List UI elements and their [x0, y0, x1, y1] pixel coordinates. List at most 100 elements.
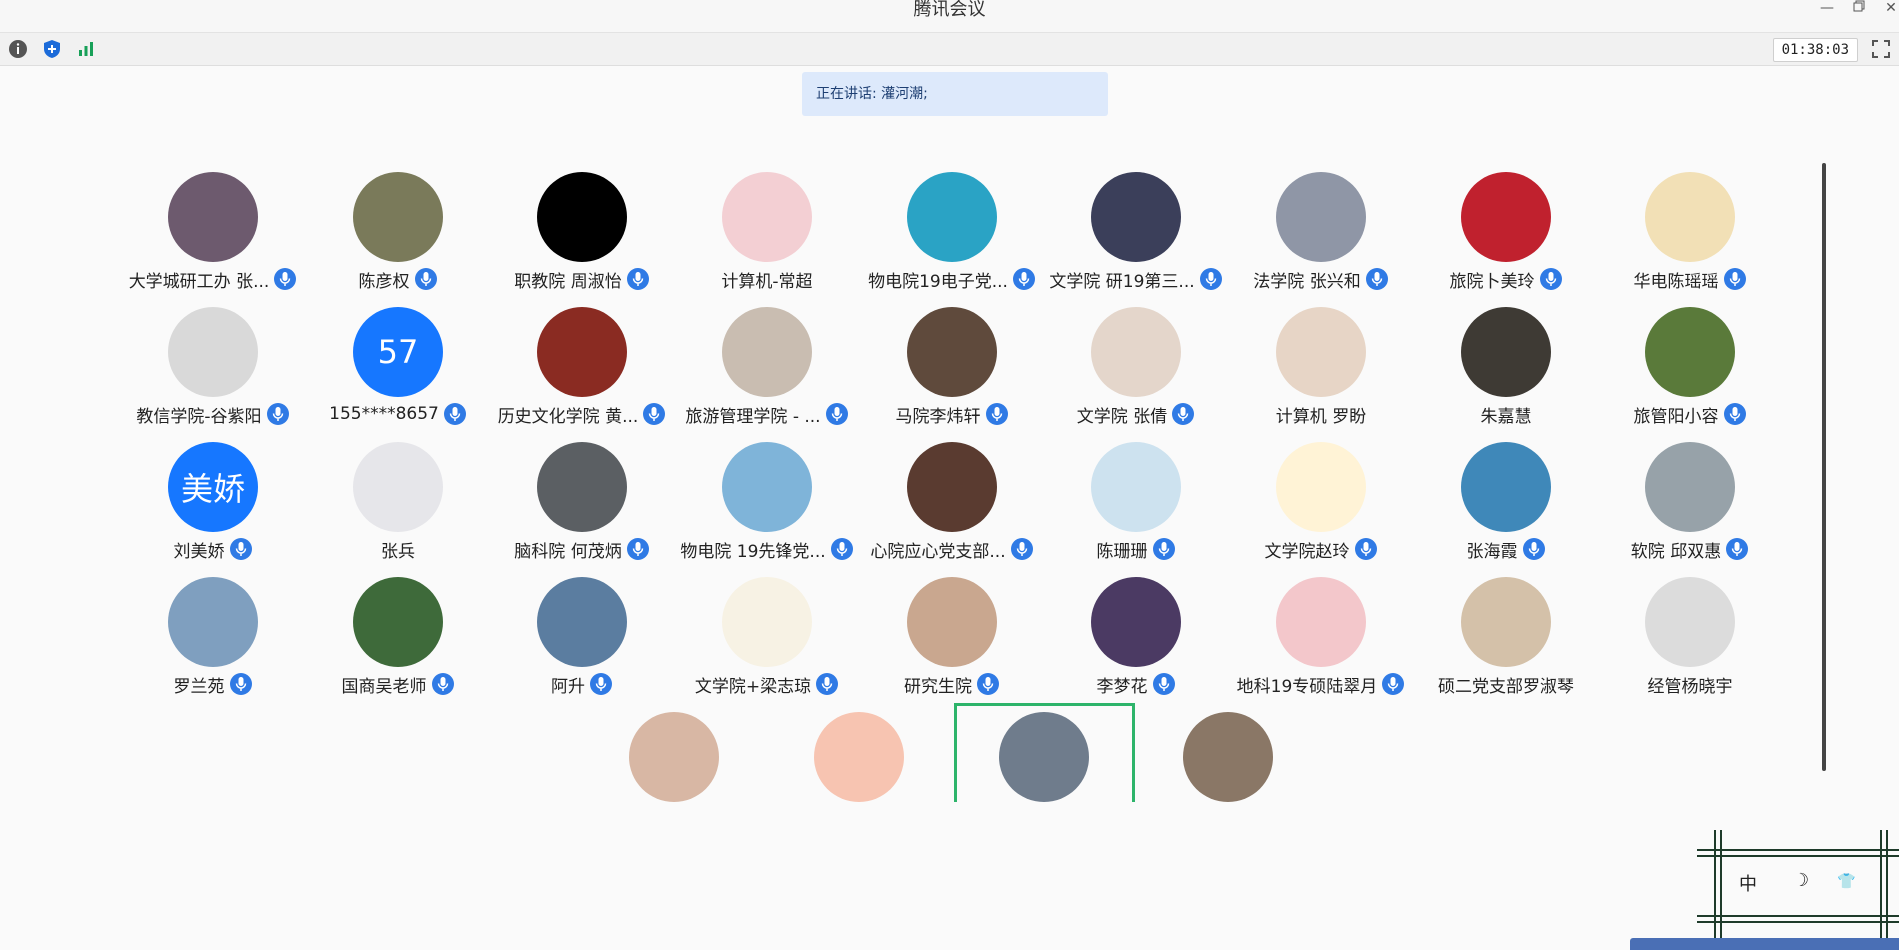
avatar [1276, 307, 1366, 397]
participant-name: 计算机 罗盼 [1275, 406, 1367, 427]
avatar: 美娇 [168, 442, 258, 532]
avatar [907, 577, 997, 667]
participant-name: 刘美娇 [173, 541, 225, 562]
participant-tile[interactable]: 朱嘉慧 [1414, 307, 1598, 441]
microphone-icon [825, 403, 848, 425]
participant-tile[interactable]: 文学院+梁志琼 [675, 577, 859, 711]
avatar [907, 442, 997, 532]
avatar-initials: 57 [377, 333, 419, 371]
participant-tile[interactable]: 计算机-常超 [675, 172, 859, 306]
microphone-icon [1012, 268, 1035, 290]
participant-name: 155****8657 [329, 404, 439, 424]
participant-tile[interactable] [767, 712, 951, 846]
participant-tile[interactable]: 教信学院-谷紫阳 [121, 307, 305, 441]
participant-tile[interactable]: 经管杨晓宇 [1598, 577, 1782, 711]
avatar [722, 172, 812, 262]
avatar [537, 577, 627, 667]
participant-name: 历史文化学院 黄... [497, 406, 639, 427]
participant-name-row: 历史文化学院 黄... [490, 401, 674, 427]
microphone-icon [229, 538, 252, 560]
avatar [1461, 442, 1551, 532]
participant-tile[interactable]: 国商吴老师 [306, 577, 490, 711]
avatar [168, 172, 258, 262]
participant-tile[interactable]: 陈彦权 [306, 172, 490, 306]
participant-tile[interactable]: 旅管阳小容 [1598, 307, 1782, 441]
participant-name-row: 软院 邱双惠 [1598, 536, 1782, 562]
microphone-icon [590, 673, 612, 695]
participant-tile[interactable]: 脑科院 何茂炳 [490, 442, 674, 576]
participant-tile[interactable]: 软院 邱双惠 [1598, 442, 1782, 576]
participant-name-row: 国商吴老师 [306, 671, 490, 697]
participant-name: 教信学院-谷紫阳 [136, 406, 262, 427]
avatar [1276, 442, 1366, 532]
participant-name: 罗兰苑 [173, 676, 225, 697]
avatar [814, 712, 904, 802]
microphone-icon [643, 403, 666, 425]
network-speed-bar [1630, 938, 1899, 950]
participant-name-row: 文学院赵玲 [1229, 536, 1413, 562]
participant-tile[interactable]: 罗兰苑 [121, 577, 305, 711]
participant-tile[interactable]: 文学院 张倩 [1044, 307, 1228, 441]
participant-tile[interactable]: 文学院 研19第三... [1044, 172, 1228, 306]
participant-tile[interactable]: 旅游管理学院 - ... [675, 307, 859, 441]
participant-name: 地科19专硕陆翠月 [1236, 676, 1378, 697]
avatar [537, 307, 627, 397]
participant-tile[interactable]: 心院应心党支部... [860, 442, 1044, 576]
microphone-icon [816, 673, 839, 695]
ime-widget[interactable]: 中 ☽ 👕 [1697, 830, 1899, 942]
microphone-icon [1723, 268, 1746, 290]
participant-name-row: 计算机 罗盼 [1229, 401, 1413, 427]
participant-name: 法学院 张兴和 [1253, 271, 1361, 292]
participant-tile[interactable] [1136, 712, 1320, 846]
participant-name-row: 计算机-常超 [675, 266, 859, 292]
avatar [1183, 712, 1273, 802]
participant-name: 心院应心党支部... [870, 541, 1006, 562]
participant-name-row: 张海霞 [1414, 536, 1598, 562]
participant-tile[interactable]: 硕二党支部罗淑琴 [1414, 577, 1598, 711]
participant-grid: 大学城研工办 张... 陈彦权 职教院 周淑怡 计算机-常超 物电院19电子党... 文学… [0, 0, 1899, 950]
microphone-icon [1354, 538, 1377, 560]
participant-name: 马院李炜轩 [895, 406, 981, 427]
microphone-icon [1152, 538, 1175, 560]
participant-tile[interactable]: 旅院卜美玲 [1414, 172, 1598, 306]
participant-tile[interactable]: 文学院赵玲 [1229, 442, 1413, 576]
participant-tile[interactable]: 陈珊珊 [1044, 442, 1228, 576]
participant-tile[interactable]: 计算机 罗盼 [1229, 307, 1413, 441]
moon-icon: ☽ [1793, 870, 1810, 891]
participant-name-row: 教信学院-谷紫阳 [121, 401, 305, 427]
participant-tile[interactable]: 物电院 19先锋党... [675, 442, 859, 576]
grid-scrollbar[interactable] [1822, 163, 1826, 771]
participant-tile[interactable] [582, 712, 766, 846]
participant-name-row: 刘美娇 [121, 536, 305, 562]
participant-tile[interactable]: 职教院 周淑怡 [490, 172, 674, 306]
avatar [1276, 577, 1366, 667]
participant-tile[interactable]: 张海霞 [1414, 442, 1598, 576]
participant-tile[interactable]: 阿升 [490, 577, 674, 711]
participant-tile[interactable]: 李梦花 [1044, 577, 1228, 711]
participant-name: 陈珊珊 [1096, 541, 1148, 562]
participant-tile[interactable]: 张兵 [306, 442, 490, 576]
avatar [1645, 172, 1735, 262]
avatar [907, 307, 997, 397]
participant-tile[interactable]: 法学院 张兴和 [1229, 172, 1413, 306]
participant-tile[interactable]: 华电陈瑶瑶 [1598, 172, 1782, 306]
participant-name: 大学城研工办 张... [128, 271, 270, 292]
participant-tile[interactable]: 历史文化学院 黄... [490, 307, 674, 441]
participant-tile[interactable]: 大学城研工办 张... [121, 172, 305, 306]
participant-name: 计算机-常超 [721, 271, 813, 292]
participant-name-row: 李梦花 [1044, 671, 1228, 697]
participant-name-row: 大学城研工办 张... [121, 266, 305, 292]
participant-tile[interactable]: 美娇刘美娇 [121, 442, 305, 576]
participant-tile[interactable]: 地科19专硕陆翠月 [1229, 577, 1413, 711]
microphone-icon [443, 403, 466, 425]
avatar [168, 577, 258, 667]
participant-tile[interactable]: 57 155****8657 [306, 307, 490, 441]
participant-name-row: 脑科院 何茂炳 [490, 536, 674, 562]
participant-tile[interactable]: 物电院19电子党... [860, 172, 1044, 306]
participant-tile[interactable]: 马院李炜轩 [860, 307, 1044, 441]
participant-name-row: 陈彦权 [306, 266, 490, 292]
participant-name-row: 心院应心党支部... [860, 536, 1044, 562]
participant-name: 李梦花 [1096, 676, 1148, 697]
participant-name: 物电院 19先锋党... [680, 541, 826, 562]
participant-tile[interactable]: 研究生院 [860, 577, 1044, 711]
